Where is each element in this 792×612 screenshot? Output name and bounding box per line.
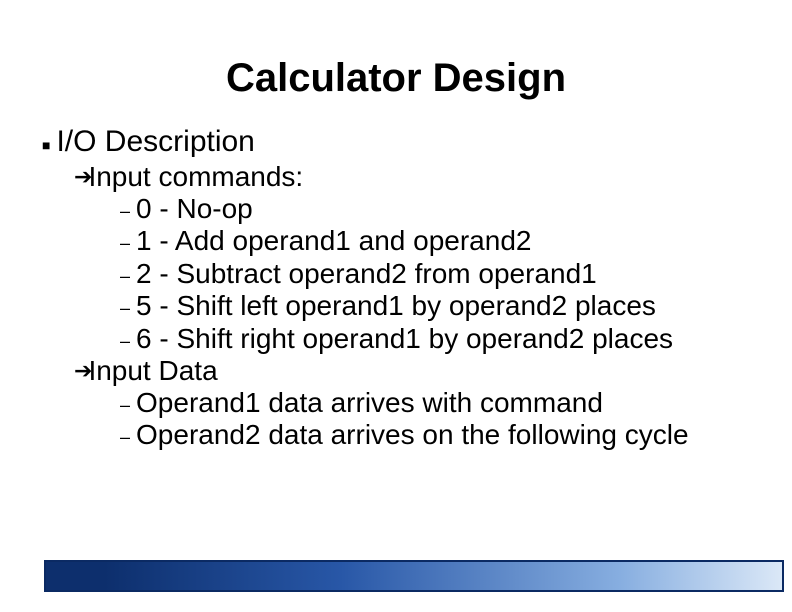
dash-bullet-icon: – [120,201,130,222]
footer-gradient-bar [44,560,784,592]
dash-bullet-icon: – [120,233,130,254]
data-item: – Operand2 data arrives on the following… [120,419,792,451]
data-item: – Operand1 data arrives with command [120,387,792,419]
dash-bullet-icon: – [120,266,130,287]
dash-bullet-icon: – [120,331,130,352]
command-text: 0 - No-op [136,193,253,225]
command-item: – 6 - Shift right operand1 by operand2 p… [120,323,792,355]
dash-bullet-icon: – [120,298,130,319]
data-text: Operand1 data arrives with command [136,387,603,419]
slide-content: ■ I/O Description ➔ Input commands: – 0 … [42,125,792,452]
group-heading: Input commands: [88,161,303,193]
command-text: 5 - Shift left operand1 by operand2 plac… [136,290,656,322]
command-item: – 0 - No-op [120,193,792,225]
group-heading: Input Data [88,355,217,387]
command-item: – 1 - Add operand1 and operand2 [120,225,792,257]
dash-bullet-icon: – [120,427,130,448]
command-item: – 2 - Subtract operand2 from operand1 [120,258,792,290]
command-text: 1 - Add operand1 and operand2 [136,225,531,257]
group-input-commands: ➔ Input commands: [74,161,792,193]
group-input-data: ➔ Input Data [74,355,792,387]
command-text: 2 - Subtract operand2 from operand1 [136,258,597,290]
dash-bullet-icon: – [120,395,130,416]
section-heading-row: ■ I/O Description [42,125,792,159]
square-bullet-icon: ■ [42,137,50,153]
data-text: Operand2 data arrives on the following c… [136,419,689,451]
slide: Calculator Design ■ I/O Description ➔ In… [0,0,792,612]
command-item: – 5 - Shift left operand1 by operand2 pl… [120,290,792,322]
section-heading: I/O Description [56,125,254,159]
command-text: 6 - Shift right operand1 by operand2 pla… [136,323,673,355]
slide-title: Calculator Design [0,56,792,101]
